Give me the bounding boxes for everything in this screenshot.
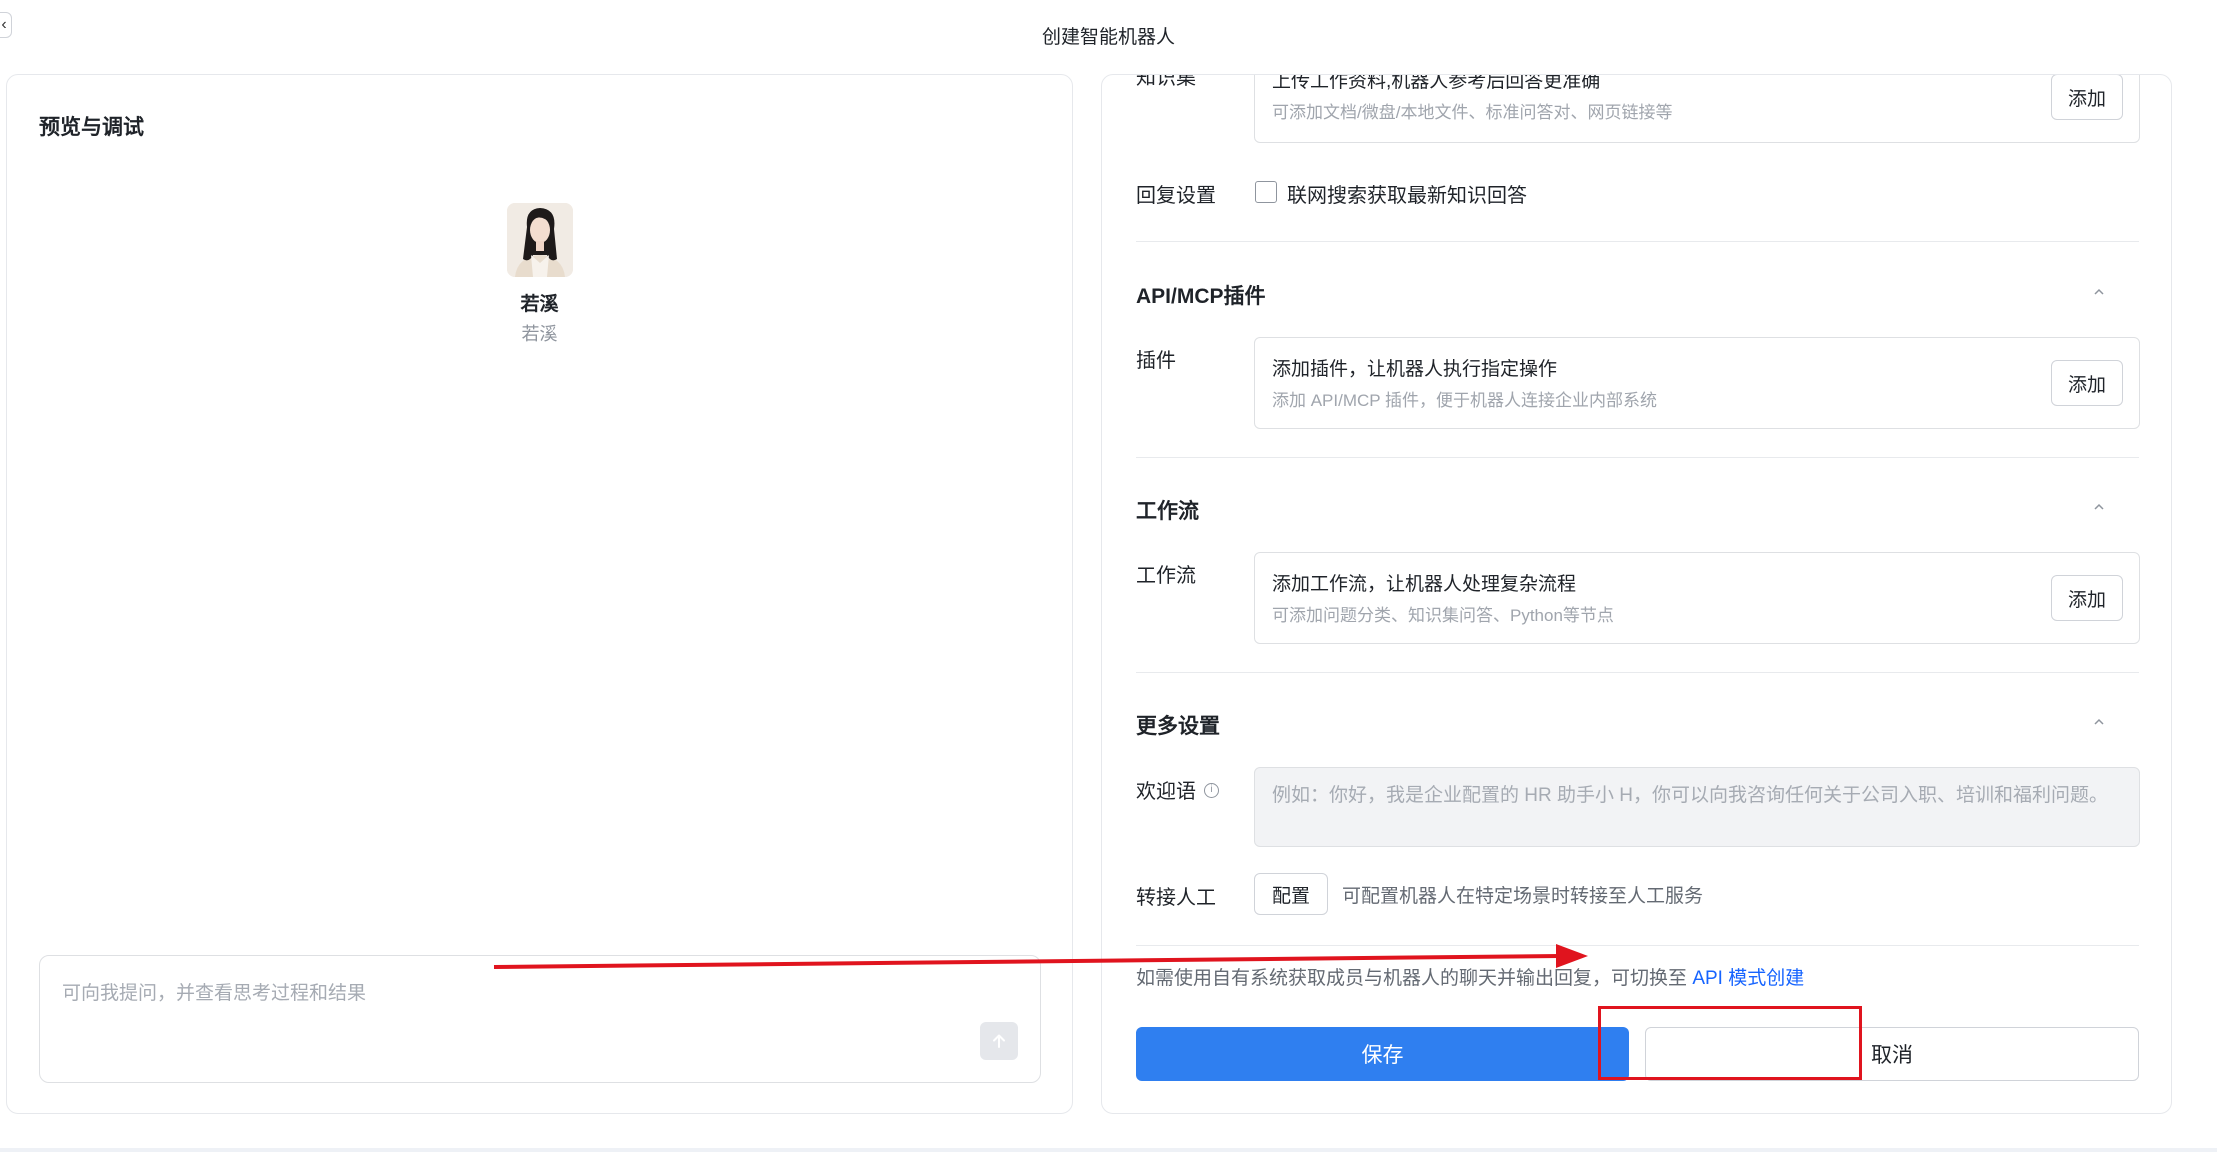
- welcome-label: 欢迎语 i: [1136, 775, 1219, 804]
- handoff-hint: 可配置机器人在特定场景时转接至人工服务: [1342, 886, 1704, 907]
- info-icon[interactable]: i: [1204, 783, 1219, 799]
- workspace: 预览与调试 若溪 若溪 可向我提问，并查看思考过程和结果 知识集 上传工作资料,…: [0, 70, 2217, 1148]
- handoff-label: 转接人工: [1136, 887, 1216, 909]
- api-mode-note: 如需使用自有系统获取成员与机器人的聊天并输出回复，可切换至 API 模式创建: [1136, 963, 1804, 990]
- bot-description: 若溪: [521, 324, 558, 344]
- bot-card: 若溪 若溪: [7, 203, 1072, 346]
- workflow-title: 添加工作流，让机器人处理复杂流程: [1272, 574, 1577, 595]
- plugin-add-box: 添加插件，让机器人执行指定操作 添加 API/MCP 插件，便于机器人连接企业内…: [1254, 337, 2140, 429]
- workflow-hint: 可添加问题分类、知识集问答、Python等节点: [1272, 606, 1614, 625]
- divider: [1136, 241, 2139, 242]
- preview-panel: 预览与调试 若溪 若溪 可向我提问，并查看思考过程和结果: [6, 74, 1073, 1114]
- divider: [1136, 457, 2139, 458]
- workflow-label: 工作流: [1136, 565, 1196, 587]
- workflow-add-button[interactable]: 添加: [2050, 575, 2123, 621]
- more-settings-title: 更多设置: [1136, 715, 1220, 738]
- window-title: 创建智能机器人: [1041, 26, 1175, 48]
- divider: [1136, 945, 2139, 946]
- chevron-up-icon[interactable]: [2092, 715, 2106, 729]
- api-mode-note-text: 如需使用自有系统获取成员与机器人的聊天并输出回复，: [1136, 968, 1612, 989]
- plugin-hint: 添加 API/MCP 插件，便于机器人连接企业内部系统: [1272, 391, 1658, 410]
- knowledge-hint: 可添加文档/微盘/本地文件、标准问答对、网页链接等: [1272, 103, 1673, 122]
- save-button[interactable]: 保存: [1136, 1027, 1629, 1081]
- reply-setting-label: 回复设置: [1136, 185, 1216, 207]
- send-button[interactable]: [980, 1022, 1018, 1060]
- api-mode-link[interactable]: API 模式创建: [1692, 968, 1804, 989]
- plugin-label: 插件: [1136, 350, 1176, 372]
- web-search-checkbox[interactable]: [1255, 181, 1277, 203]
- config-panel: 知识集 上传工作资料,机器人参考后回答更准确 可添加文档/微盘/本地文件、标准问…: [1101, 74, 2172, 1114]
- chat-input[interactable]: 可向我提问，并查看思考过程和结果: [39, 955, 1041, 1083]
- knowledge-add-box: 上传工作资料,机器人参考后回答更准确 可添加文档/微盘/本地文件、标准问答对、网…: [1254, 74, 2140, 143]
- divider: [1136, 672, 2139, 673]
- handoff-config-button[interactable]: 配置: [1254, 873, 1328, 915]
- bot-name: 若溪: [520, 294, 559, 315]
- web-search-label: 联网搜索获取最新知识回答: [1287, 185, 1527, 207]
- annotation-highlight-box: [1598, 1006, 1862, 1080]
- knowledge-add-button[interactable]: 添加: [2050, 75, 2123, 120]
- welcome-placeholder: 例如：你好，我是企业配置的 HR 助手小 H，你可以向我咨询任何关于公司入职、培…: [1272, 785, 2109, 806]
- knowledge-label: 知识集: [1136, 74, 1196, 89]
- plugin-title: 添加插件，让机器人执行指定操作: [1272, 359, 1558, 380]
- arrow-up-icon: [993, 1034, 1005, 1048]
- workflow-section-title: 工作流: [1136, 500, 1199, 523]
- welcome-message-input[interactable]: 例如：你好，我是企业配置的 HR 助手小 H，你可以向我咨询任何关于公司入职、培…: [1254, 767, 2140, 847]
- welcome-label-text: 欢迎语: [1136, 781, 1196, 803]
- title-bar: ‹ 创建智能机器人: [0, 0, 2217, 70]
- preview-title: 预览与调试: [39, 116, 144, 139]
- chevron-up-icon[interactable]: [2092, 500, 2106, 514]
- back-button[interactable]: ‹: [0, 12, 12, 38]
- knowledge-title: 上传工作资料,机器人参考后回答更准确: [1272, 74, 1601, 92]
- chevron-up-icon[interactable]: [2092, 285, 2106, 299]
- workflow-add-box: 添加工作流，让机器人处理复杂流程 可添加问题分类、知识集问答、Python等节点…: [1254, 552, 2140, 644]
- avatar: [506, 203, 573, 277]
- plugins-section-title: API/MCP插件: [1136, 285, 1266, 308]
- chat-input-placeholder: 可向我提问，并查看思考过程和结果: [62, 983, 367, 1004]
- chevron-left-icon: ‹: [1, 16, 7, 33]
- switch-text: 可切换至: [1611, 968, 1688, 989]
- plugin-add-button[interactable]: 添加: [2050, 360, 2123, 406]
